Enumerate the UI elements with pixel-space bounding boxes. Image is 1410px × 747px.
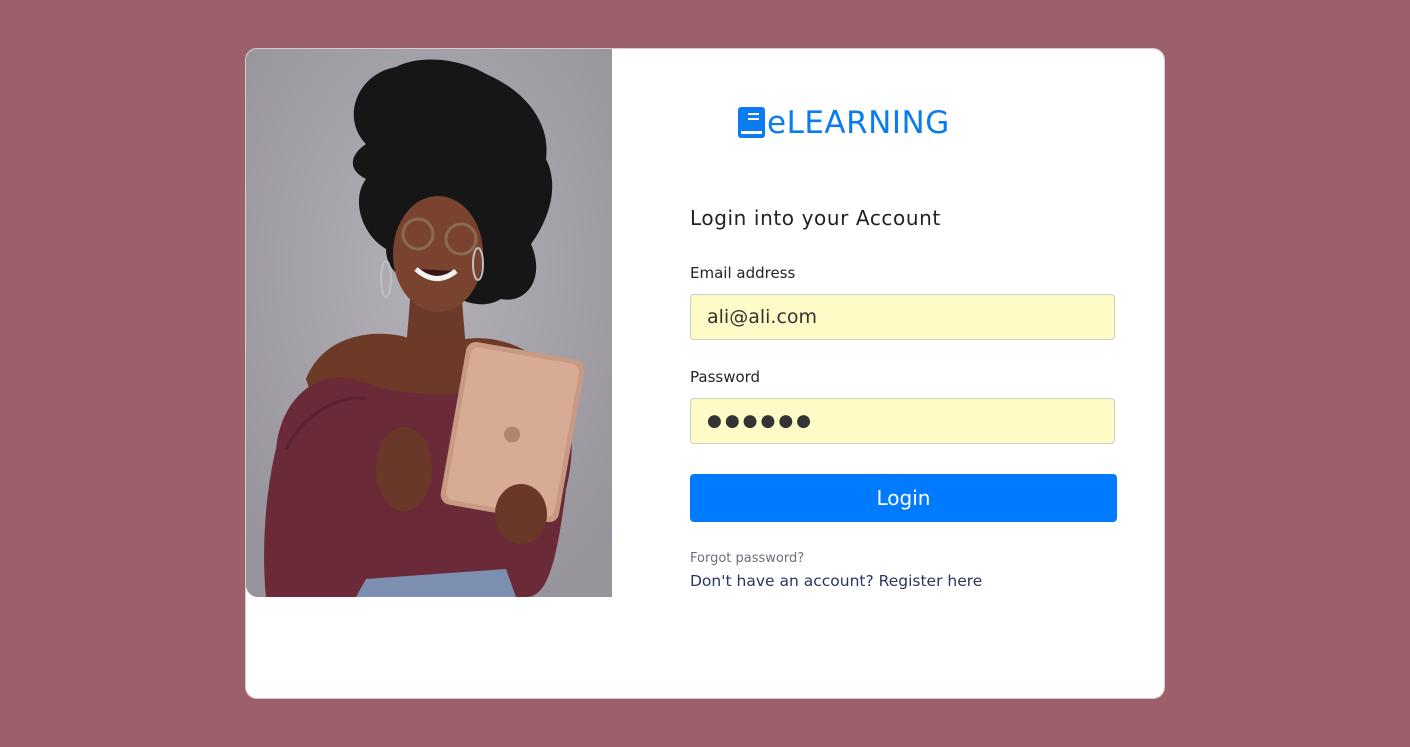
email-label: Email address <box>690 264 796 282</box>
register-prompt-text: Don't have an account? <box>690 572 874 590</box>
brand-logo[interactable]: eLEARNING <box>738 107 950 139</box>
email-field[interactable] <box>690 294 1115 340</box>
book-icon <box>738 107 766 139</box>
login-button[interactable]: Login <box>690 474 1117 522</box>
register-link[interactable]: Register here <box>879 572 983 590</box>
hero-photo <box>246 49 612 597</box>
woman-with-tablet-photo <box>246 49 612 597</box>
login-card: eLEARNING Login into your Account Email … <box>245 48 1165 699</box>
forgot-password-link[interactable]: Forgot password? <box>690 551 804 566</box>
password-label: Password <box>690 368 761 386</box>
brand-name: eLEARNING <box>767 105 950 141</box>
register-prompt: Don't have an account? Register here <box>690 572 982 590</box>
page-title: Login into your Account <box>690 206 941 230</box>
password-field[interactable] <box>690 398 1115 444</box>
